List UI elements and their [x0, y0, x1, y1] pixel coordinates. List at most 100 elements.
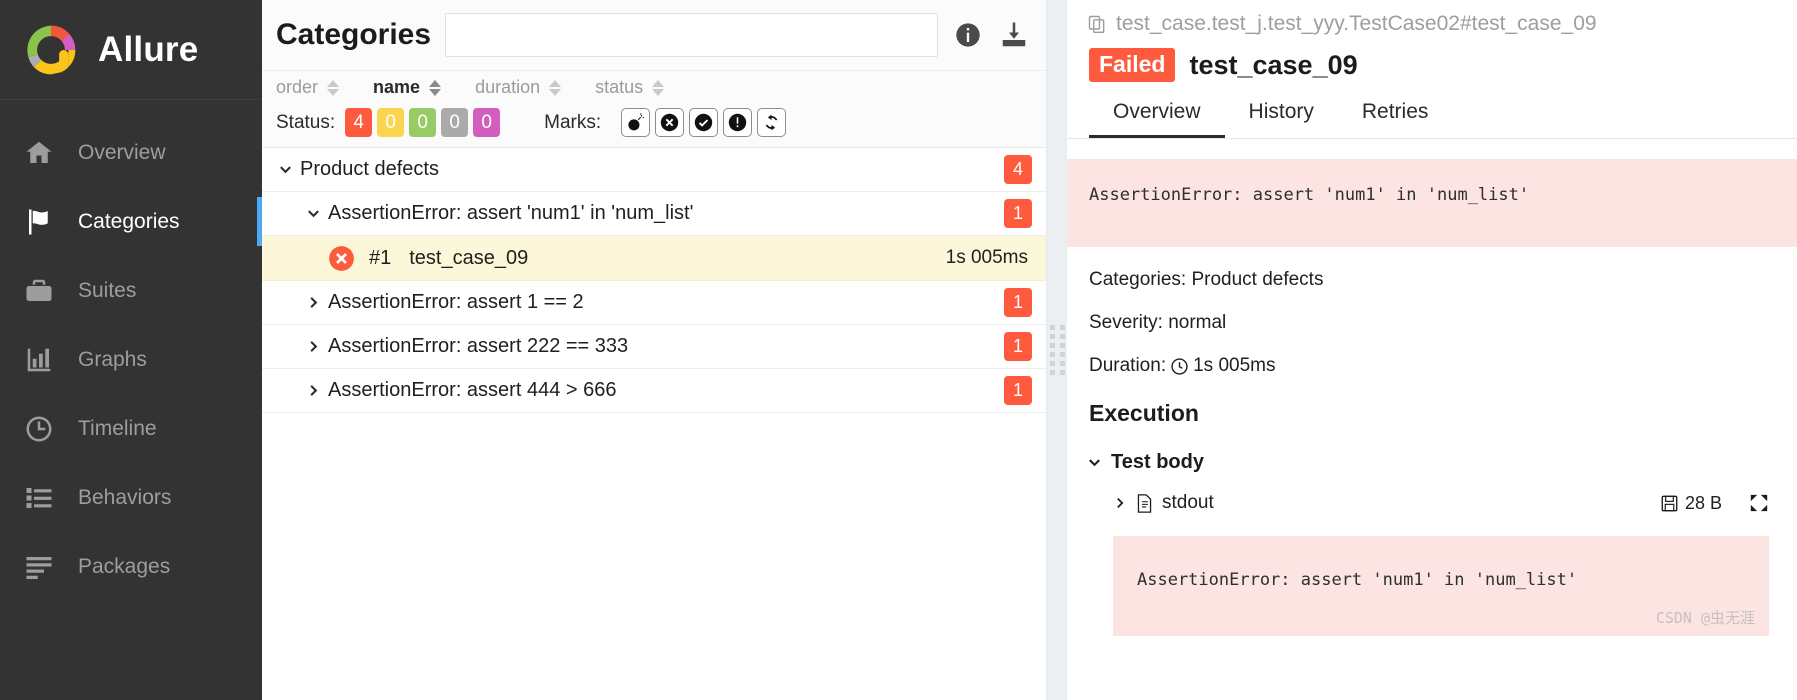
- test-name-label: test_case_09: [409, 246, 529, 269]
- attachment-download[interactable]: 28 B: [1661, 493, 1722, 514]
- breadcrumb[interactable]: test_case.test_j.test_yyy.TestCase02#tes…: [1067, 0, 1797, 40]
- tree-row[interactable]: AssertionError: assert 444 > 666 1: [262, 369, 1046, 413]
- marks-filter-label: Marks:: [544, 111, 602, 133]
- chevron-right-icon[interactable]: [304, 339, 322, 354]
- bar-chart-icon: [22, 343, 56, 377]
- test-body-toggle[interactable]: Test body: [1067, 427, 1797, 474]
- brand-name: Allure: [98, 29, 199, 69]
- status-chip-unknown[interactable]: 0: [473, 108, 501, 137]
- tree-row-selected-test[interactable]: #1 test_case_09 1s 005ms: [262, 236, 1046, 281]
- chevron-right-icon[interactable]: [304, 295, 322, 310]
- sort-column-duration[interactable]: duration: [475, 77, 562, 98]
- stdout-text: AssertionError: assert 'num1' in 'num_li…: [1137, 570, 1578, 590]
- execution-section-title: Execution: [1089, 400, 1199, 426]
- sidebar-nav: Overview Categories Suites Graphs Timeli…: [0, 100, 262, 601]
- tab-overview[interactable]: Overview: [1089, 96, 1225, 138]
- filter-bar: Status: 4 0 0 0 0 Marks:: [262, 104, 1046, 148]
- sidebar: Allure Overview Categories Suites Graphs…: [0, 0, 262, 700]
- check-circle-icon[interactable]: [689, 108, 719, 137]
- meta-duration-label: Duration:: [1089, 355, 1167, 376]
- home-icon: [22, 136, 56, 170]
- status-filter-label: Status:: [276, 111, 336, 133]
- tree-row[interactable]: AssertionError: assert 1 == 2 1: [262, 281, 1046, 325]
- chevron-down-icon[interactable]: [276, 162, 294, 177]
- panel-splitter[interactable]: [1047, 0, 1067, 700]
- retry-icon[interactable]: [757, 108, 787, 137]
- allure-report-app: Allure Overview Categories Suites Graphs…: [0, 0, 1797, 700]
- sort-column-order[interactable]: order: [276, 77, 340, 98]
- tree-row-count: 1: [1004, 199, 1032, 228]
- download-icon[interactable]: [998, 19, 1030, 51]
- attachment-size: 28 B: [1684, 492, 1722, 513]
- times-circle-icon[interactable]: [655, 108, 685, 137]
- flag-icon: [22, 205, 56, 239]
- detail-tabs: Overview History Retries: [1067, 82, 1797, 139]
- sidebar-item-label: Timeline: [78, 416, 157, 440]
- sort-arrows-icon: [549, 79, 562, 96]
- tree-row-count: 1: [1004, 332, 1032, 361]
- list-icon: [22, 481, 56, 515]
- tree-row-label: AssertionError: assert 222 == 333: [328, 335, 629, 357]
- grip-handle-icon: [1049, 325, 1065, 375]
- lines-icon: [22, 550, 56, 584]
- tab-history[interactable]: History: [1225, 96, 1338, 138]
- sort-column-label: status: [595, 77, 644, 97]
- copy-icon[interactable]: [1087, 14, 1107, 34]
- tree-row-label: AssertionError: assert 1 == 2: [328, 291, 584, 313]
- sidebar-item-overview[interactable]: Overview: [0, 118, 262, 187]
- meta-severity: Severity: normal: [1089, 312, 1227, 333]
- sidebar-item-label: Graphs: [78, 347, 147, 371]
- status-chip-failed[interactable]: 4: [345, 108, 373, 137]
- page-title: Categories: [276, 18, 432, 51]
- sidebar-item-categories[interactable]: Categories: [0, 187, 262, 256]
- sidebar-item-label: Categories: [78, 209, 180, 233]
- chevron-down-icon[interactable]: [1087, 455, 1102, 470]
- sort-columns: order name duration status: [262, 70, 1046, 104]
- stdout-content-block: AssertionError: assert 'num1' in 'num_li…: [1113, 536, 1769, 636]
- tree-row-count: 1: [1004, 288, 1032, 317]
- chevron-down-icon[interactable]: [304, 206, 322, 221]
- clock-icon: [1171, 357, 1188, 375]
- status-badge: Failed: [1089, 48, 1176, 82]
- sidebar-item-behaviors[interactable]: Behaviors: [0, 463, 262, 532]
- meta-duration-value: 1s 005ms: [1193, 355, 1276, 376]
- status-chip-passed[interactable]: 0: [409, 108, 437, 137]
- status-chip-broken[interactable]: 0: [377, 108, 405, 137]
- tree-row-count: 1: [1004, 376, 1032, 405]
- search-input[interactable]: [445, 13, 938, 57]
- sidebar-item-label: Behaviors: [78, 485, 172, 509]
- sort-arrows-icon: [652, 79, 665, 96]
- meta-categories: Categories: Product defects: [1089, 269, 1324, 290]
- tree-row[interactable]: AssertionError: assert 222 == 333 1: [262, 325, 1046, 369]
- allure-donut-logo: [22, 21, 80, 79]
- sort-arrows-icon: [327, 79, 340, 96]
- sidebar-item-suites[interactable]: Suites: [0, 256, 262, 325]
- brand-header[interactable]: Allure: [0, 0, 262, 100]
- sort-column-name[interactable]: name: [373, 77, 442, 98]
- tree-row-label: AssertionError: assert 'num1' in 'num_li…: [328, 202, 694, 224]
- chevron-right-icon[interactable]: [1113, 496, 1127, 510]
- sidebar-item-timeline[interactable]: Timeline: [0, 394, 262, 463]
- sidebar-item-packages[interactable]: Packages: [0, 532, 262, 601]
- test-body-label: Test body: [1111, 451, 1204, 473]
- status-chip-skipped[interactable]: 0: [441, 108, 469, 137]
- bomb-icon[interactable]: [621, 108, 651, 137]
- sidebar-item-label: Suites: [78, 278, 137, 302]
- file-icon: [1136, 493, 1153, 513]
- info-circle-icon[interactable]: [952, 19, 984, 51]
- test-title: test_case_09: [1189, 49, 1358, 80]
- breadcrumb-text: test_case.test_j.test_yyy.TestCase02#tes…: [1116, 12, 1597, 35]
- sidebar-item-label: Packages: [78, 554, 171, 578]
- chevron-right-icon[interactable]: [304, 383, 322, 398]
- expand-icon[interactable]: [1749, 493, 1769, 513]
- sort-column-status[interactable]: status: [595, 77, 665, 98]
- save-icon[interactable]: [1661, 495, 1678, 512]
- tree-row[interactable]: AssertionError: assert 'num1' in 'num_li…: [262, 192, 1046, 236]
- panel-header: Categories: [262, 0, 1046, 70]
- attachment-row[interactable]: stdout 28 B: [1067, 474, 1797, 514]
- sidebar-item-graphs[interactable]: Graphs: [0, 325, 262, 394]
- exclamation-circle-icon[interactable]: [723, 108, 753, 137]
- tree-row[interactable]: Product defects 4: [262, 148, 1046, 192]
- categories-tree: Product defects 4 AssertionError: assert…: [262, 148, 1046, 700]
- tab-retries[interactable]: Retries: [1338, 96, 1453, 138]
